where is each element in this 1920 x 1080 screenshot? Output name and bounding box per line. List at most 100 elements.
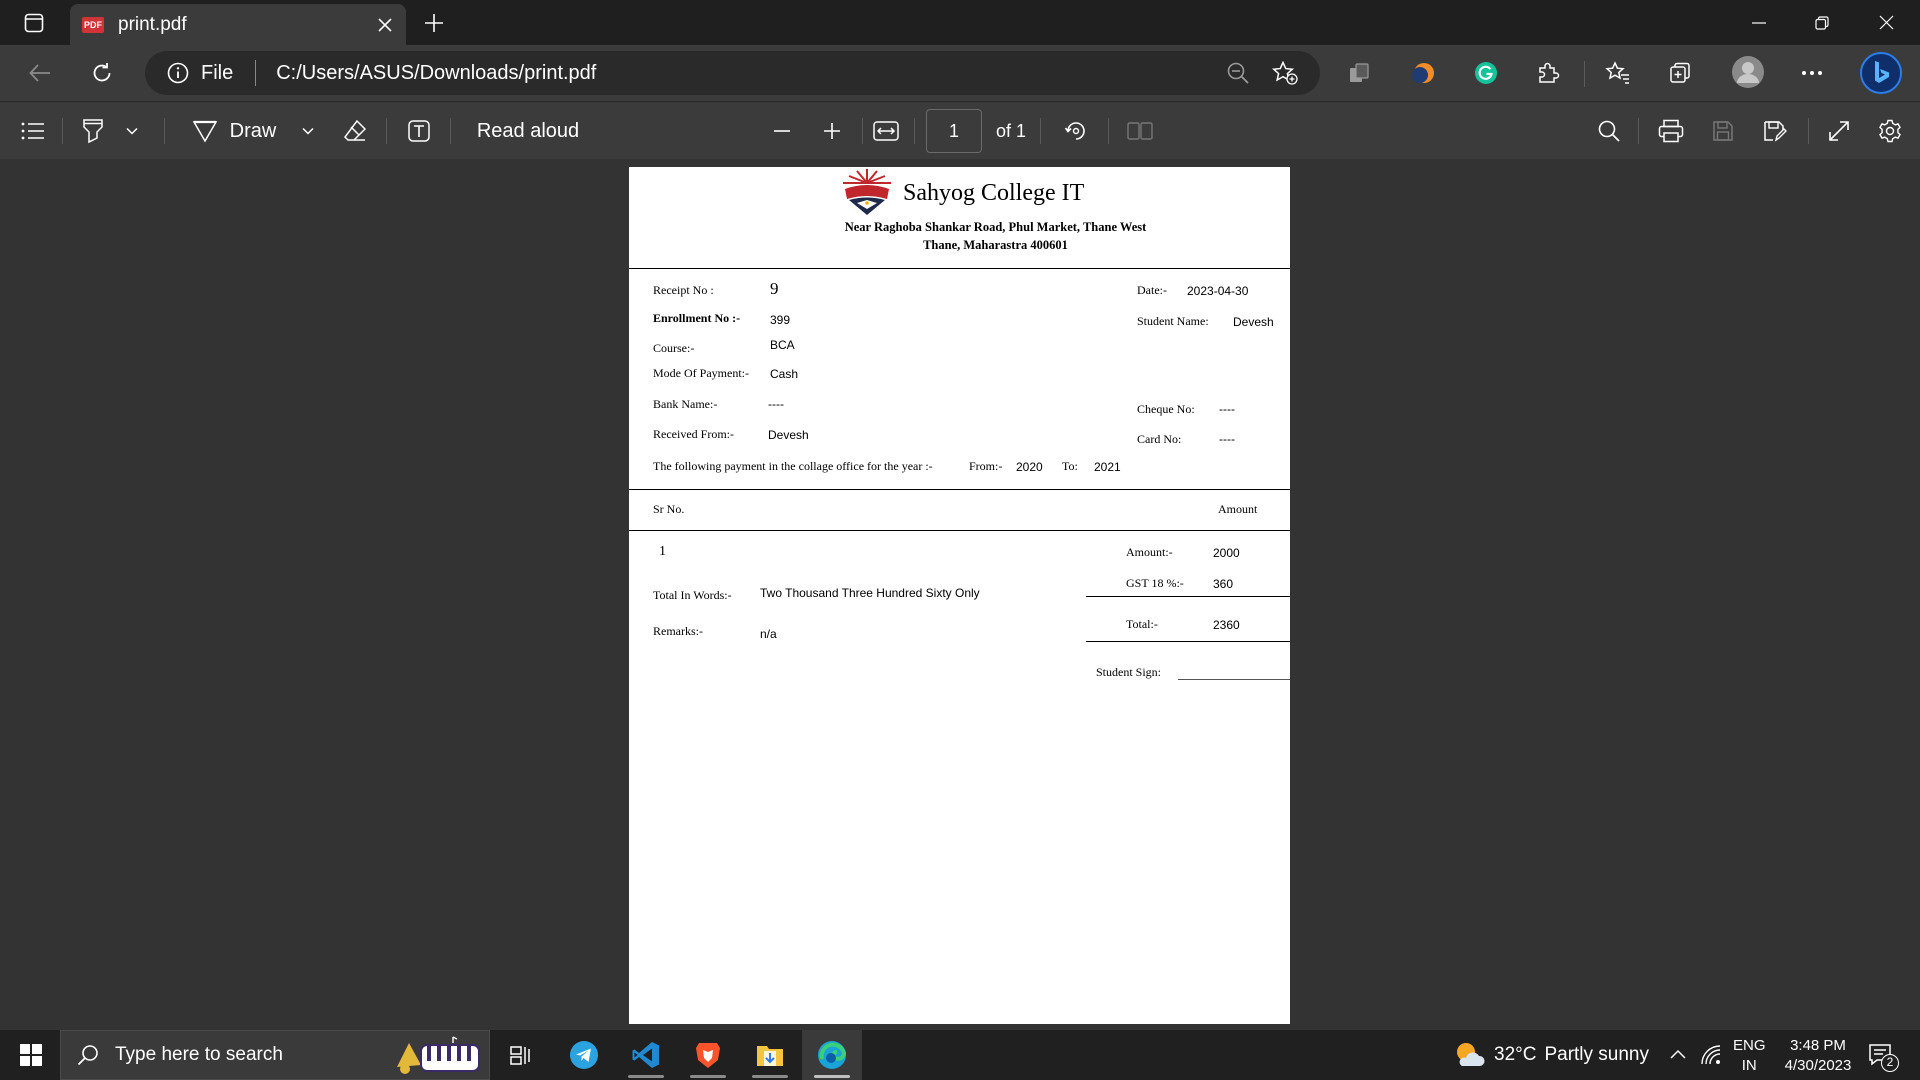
zoom-out-icon[interactable] bbox=[1226, 61, 1250, 85]
cheque-no-label: Cheque No: bbox=[1137, 402, 1195, 416]
profile-button[interactable] bbox=[1730, 54, 1766, 90]
zoom-out-button[interactable] bbox=[768, 114, 796, 148]
info-icon[interactable] bbox=[167, 62, 189, 84]
running-indicator bbox=[752, 1075, 788, 1078]
wifi-icon[interactable] bbox=[1700, 1044, 1722, 1066]
card-no-value: ---- bbox=[1219, 432, 1235, 446]
brave-app[interactable] bbox=[678, 1030, 738, 1080]
start-button[interactable] bbox=[8, 1030, 54, 1080]
highlight-button[interactable] bbox=[78, 114, 108, 148]
close-window-button[interactable] bbox=[1855, 0, 1917, 45]
language-line1: ENG bbox=[1733, 1037, 1766, 1054]
pdf-settings-button[interactable] bbox=[1874, 114, 1906, 148]
college-address-line2: Thane, Maharastra 400601 bbox=[923, 238, 1068, 252]
collections-button[interactable] bbox=[1664, 57, 1696, 89]
restore-button[interactable] bbox=[1791, 0, 1853, 45]
gst-label: GST 18 %:- bbox=[1126, 576, 1184, 590]
page-view-button[interactable] bbox=[1124, 114, 1156, 148]
highlight-options-button[interactable] bbox=[120, 114, 144, 148]
pdf-file-icon: PDF bbox=[82, 16, 104, 33]
taskbar: Type here to search 32°C Partly sunny EN… bbox=[0, 1030, 1920, 1080]
rotate-button[interactable] bbox=[1060, 114, 1092, 148]
amount-value: 2000 bbox=[1213, 546, 1240, 560]
amount-label: Amount:- bbox=[1126, 545, 1173, 559]
full-screen-button[interactable] bbox=[1824, 114, 1854, 148]
find-button[interactable] bbox=[1594, 114, 1624, 148]
course-label: Course:- bbox=[653, 341, 695, 355]
taskbar-search-box[interactable]: Type here to search bbox=[60, 1030, 490, 1080]
pdf-viewer[interactable]: COLLEGE Sahyog College IT Near Raghoba S… bbox=[0, 159, 1920, 1030]
arrow-left-icon bbox=[29, 64, 50, 82]
notification-center-button[interactable]: 2 bbox=[1866, 1040, 1900, 1072]
url-text[interactable]: C:/Users/ASUS/Downloads/print.pdf bbox=[276, 62, 596, 85]
tab-actions-button[interactable] bbox=[14, 9, 54, 37]
new-tab-button[interactable] bbox=[418, 8, 450, 38]
draw-options-button[interactable] bbox=[296, 114, 320, 148]
edge-icon bbox=[818, 1041, 847, 1069]
print-button[interactable] bbox=[1656, 114, 1686, 148]
clock[interactable]: 3:48 PM 4/30/2023 bbox=[1772, 1036, 1864, 1076]
chevron-up-icon[interactable] bbox=[1670, 1049, 1686, 1059]
grammarly-button[interactable] bbox=[1470, 57, 1502, 89]
language-line2: IN bbox=[1741, 1057, 1757, 1074]
read-aloud-label: Read aloud bbox=[476, 119, 580, 142]
minimize-icon bbox=[1752, 21, 1766, 24]
read-aloud-button[interactable]: Read aloud bbox=[470, 114, 586, 148]
weather-widget[interactable]: 32°C Partly sunny bbox=[1452, 1030, 1649, 1080]
back-button[interactable] bbox=[20, 54, 60, 92]
extension-collections-button[interactable] bbox=[1344, 57, 1376, 89]
fit-to-width-button[interactable] bbox=[870, 114, 902, 148]
tab-actions-icon bbox=[24, 13, 44, 33]
expand-icon bbox=[1829, 121, 1849, 141]
extensions-button[interactable] bbox=[1532, 57, 1564, 89]
search-icon bbox=[77, 1045, 98, 1066]
task-view-button[interactable] bbox=[490, 1030, 550, 1080]
total-in-words-value: Two Thousand Three Hundred Sixty Only bbox=[760, 586, 980, 600]
weather-temp: 32°C bbox=[1494, 1044, 1537, 1065]
address-bar[interactable]: File C:/Users/ASUS/Downloads/print.pdf bbox=[145, 51, 1320, 95]
language-indicator[interactable]: ENG IN bbox=[1733, 1036, 1766, 1076]
toolbar-separator bbox=[1040, 118, 1041, 144]
close-tab-button[interactable] bbox=[370, 10, 400, 40]
notification-count: 2 bbox=[1881, 1054, 1899, 1072]
folder-download-icon bbox=[757, 1046, 783, 1066]
save-button[interactable] bbox=[1708, 114, 1738, 148]
page-number-input[interactable]: 1 bbox=[926, 109, 982, 153]
course-value: BCA bbox=[770, 338, 795, 352]
draw-button[interactable]: Draw bbox=[186, 114, 282, 148]
add-text-button[interactable] bbox=[402, 114, 436, 148]
restore-icon bbox=[1815, 15, 1829, 30]
chevron-down-icon bbox=[302, 127, 314, 135]
year-to-value: 2021 bbox=[1094, 460, 1121, 474]
edge-app[interactable] bbox=[802, 1030, 862, 1080]
save-as-button[interactable] bbox=[1760, 114, 1790, 148]
toolbar-separator bbox=[914, 118, 915, 144]
college-logo bbox=[843, 169, 891, 215]
payment-text: The following payment in the collage off… bbox=[653, 459, 933, 473]
zoom-in-button[interactable] bbox=[818, 114, 846, 148]
browser-tab[interactable]: PDF print.pdf bbox=[70, 4, 406, 45]
file-explorer-app[interactable] bbox=[740, 1030, 800, 1080]
add-favorite-icon[interactable] bbox=[1272, 61, 1298, 85]
enrollment-no-label: Enrollment No :- bbox=[653, 311, 741, 325]
settings-more-button[interactable] bbox=[1796, 57, 1828, 89]
clock-date: 4/30/2023 bbox=[1784, 1057, 1852, 1074]
rotate-icon bbox=[1064, 122, 1085, 140]
enrollment-no-value: 399 bbox=[770, 313, 791, 327]
address-bar-row: File C:/Users/ASUS/Downloads/print.pdf bbox=[0, 45, 1920, 101]
telegram-icon bbox=[570, 1041, 598, 1069]
bing-chat-button[interactable] bbox=[1858, 49, 1904, 97]
year-to-label: To: bbox=[1062, 459, 1078, 473]
minimize-button[interactable] bbox=[1728, 0, 1790, 45]
contents-button[interactable] bbox=[18, 114, 48, 148]
refresh-button[interactable] bbox=[82, 54, 122, 92]
printer-icon bbox=[1658, 119, 1684, 143]
vscode-app[interactable] bbox=[616, 1030, 676, 1080]
total-in-words-label: Total In Words:- bbox=[653, 588, 732, 602]
tab-bar: PDF print.pdf bbox=[0, 0, 1920, 45]
vscode-icon bbox=[632, 1042, 659, 1068]
telegram-app[interactable] bbox=[554, 1030, 614, 1080]
erase-button[interactable] bbox=[338, 114, 372, 148]
extension-orange-button[interactable] bbox=[1408, 57, 1440, 89]
favorites-button[interactable] bbox=[1602, 57, 1634, 89]
